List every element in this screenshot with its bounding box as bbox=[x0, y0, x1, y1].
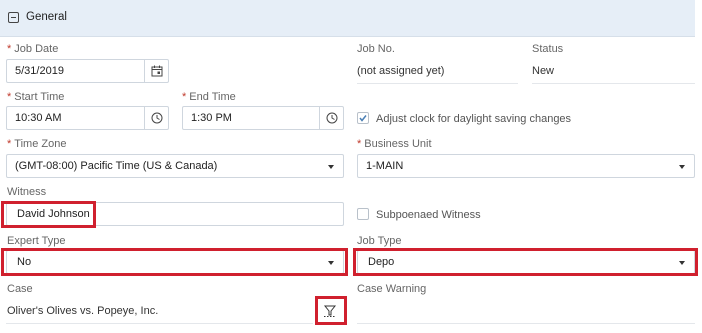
business-unit-label: * Business Unit bbox=[357, 138, 432, 150]
case-value: Oliver's Olives vs. Popeye, Inc. bbox=[7, 305, 159, 317]
calendar-icon[interactable] bbox=[144, 60, 168, 82]
expert-type-label: Expert Type bbox=[7, 235, 66, 247]
start-time-value: 10:30 AM bbox=[15, 112, 62, 124]
witness-highlight bbox=[1, 201, 96, 228]
time-zone-value: (GMT-08:00) Pacific Time (US & Canada) bbox=[15, 160, 218, 172]
minus-square-icon[interactable] bbox=[8, 12, 19, 23]
job-no-label: Job No. bbox=[357, 43, 395, 55]
start-time-field[interactable]: 10:30 AM bbox=[6, 106, 169, 130]
business-unit-value: 1-MAIN bbox=[366, 160, 404, 172]
time-zone-label: * Time Zone bbox=[7, 138, 67, 150]
required-marker: * bbox=[7, 43, 12, 55]
caret-down-icon bbox=[679, 165, 685, 169]
job-type-label: Job Type bbox=[357, 235, 402, 247]
job-date-value: 5/31/2019 bbox=[15, 65, 64, 77]
case-underline bbox=[6, 323, 313, 324]
end-time-value: 1:30 PM bbox=[191, 112, 232, 124]
section-header-general[interactable] bbox=[0, 0, 695, 37]
status-value: New bbox=[532, 65, 555, 77]
subpoenaed-checkbox[interactable] bbox=[357, 208, 369, 220]
witness-label: Witness bbox=[7, 186, 47, 198]
business-unit-select[interactable]: 1-MAIN bbox=[357, 154, 695, 178]
expert-type-highlight bbox=[1, 248, 348, 276]
case-warning-label: Case Warning bbox=[357, 283, 427, 295]
start-time-label: * Start Time bbox=[7, 91, 65, 103]
dst-checkbox[interactable] bbox=[357, 112, 369, 124]
job-no-value: (not assigned yet) bbox=[357, 65, 445, 77]
end-time-label: * End Time bbox=[182, 91, 236, 103]
check-icon bbox=[359, 115, 367, 122]
clock-icon[interactable] bbox=[319, 107, 343, 129]
job-no-underline bbox=[357, 83, 518, 84]
job-date-label: * Job Date bbox=[7, 43, 59, 55]
clock-icon[interactable] bbox=[144, 107, 168, 129]
end-time-field[interactable]: 1:30 PM bbox=[182, 106, 344, 130]
subpoenaed-label: Subpoenaed Witness bbox=[376, 209, 481, 221]
job-date-field[interactable]: 5/31/2019 bbox=[6, 59, 169, 83]
caret-down-icon bbox=[328, 165, 334, 169]
dst-label: Adjust clock for daylight saving changes bbox=[376, 113, 572, 125]
time-zone-select[interactable]: (GMT-08:00) Pacific Time (US & Canada) bbox=[6, 154, 344, 178]
status-label: Status bbox=[532, 43, 564, 55]
case-warning-underline bbox=[357, 323, 695, 324]
case-filter-highlight bbox=[315, 296, 347, 325]
status-underline bbox=[532, 83, 695, 84]
case-label: Case bbox=[7, 283, 33, 295]
job-type-highlight bbox=[353, 248, 698, 276]
section-title: General bbox=[26, 11, 67, 23]
